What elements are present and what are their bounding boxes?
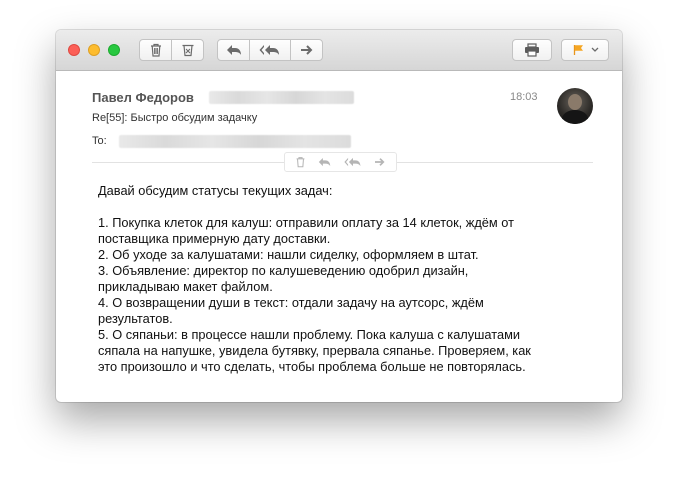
- close-window-button[interactable]: [68, 44, 80, 56]
- mail-message-window: Павел Федоров 18:03 Re[55]: Быстро обсуд…: [56, 30, 622, 402]
- flag-button[interactable]: [561, 39, 609, 61]
- to-label: To:: [92, 135, 107, 147]
- reply-all-button[interactable]: [249, 39, 291, 61]
- toolbar: [56, 30, 622, 71]
- body-line: результатов.: [98, 311, 173, 326]
- hover-actions-bar: [284, 152, 397, 172]
- forward-button[interactable]: [290, 39, 323, 61]
- chevron-down-icon: [591, 47, 599, 52]
- reply-all-icon[interactable]: [344, 157, 362, 167]
- trash-icon: [150, 43, 161, 57]
- body-line: 4. О возвращении души в текст: отдали за…: [98, 295, 484, 310]
- minimize-window-button[interactable]: [88, 44, 100, 56]
- body-greeting: Давай обсудим статусы текущих задач:: [98, 183, 333, 198]
- print-icon: [525, 43, 539, 57]
- body-line: поставщика примерную дату доставки.: [98, 231, 331, 246]
- blurred-recipients: [119, 135, 351, 148]
- forward-icon[interactable]: [374, 157, 386, 167]
- reply-all-icon: [259, 45, 279, 55]
- trash-icon[interactable]: [295, 156, 306, 168]
- body-line: это произошло и что сделать, чтобы пробл…: [98, 359, 526, 374]
- body-line: 2. Об уходе за калушатами: нашли сиделку…: [98, 247, 479, 262]
- reply-button[interactable]: [217, 39, 250, 61]
- flag-icon: [573, 45, 583, 55]
- reply-icon: [226, 45, 241, 55]
- print-button[interactable]: [512, 39, 552, 61]
- zoom-window-button[interactable]: [108, 44, 120, 56]
- message-time: 18:03: [510, 91, 538, 103]
- blurred-sender-email: [209, 91, 354, 104]
- body-line: 1. Покупка клеток для калуш: отправили о…: [98, 215, 514, 230]
- message-subject: Re[55]: Быстро обсудим задачку: [92, 112, 258, 124]
- message-body: Давай обсудим статусы текущих задач: 1. …: [98, 183, 598, 375]
- sender-name: Павел Федоров: [92, 90, 194, 105]
- forward-icon: [300, 45, 312, 55]
- delete-button[interactable]: [139, 39, 172, 61]
- junk-icon: [182, 44, 193, 57]
- body-line: 3. Объявление: директор по калушеведению…: [98, 263, 469, 278]
- body-line: прикладываю макет файлом.: [98, 279, 273, 294]
- avatar: [557, 88, 593, 124]
- body-line: сяпала на напушке, увидела бутявку, прер…: [98, 343, 531, 358]
- junk-button[interactable]: [171, 39, 204, 61]
- body-line: 5. О сяпаньи: в процессе нашли проблему.…: [98, 327, 521, 342]
- reply-icon[interactable]: [318, 157, 331, 167]
